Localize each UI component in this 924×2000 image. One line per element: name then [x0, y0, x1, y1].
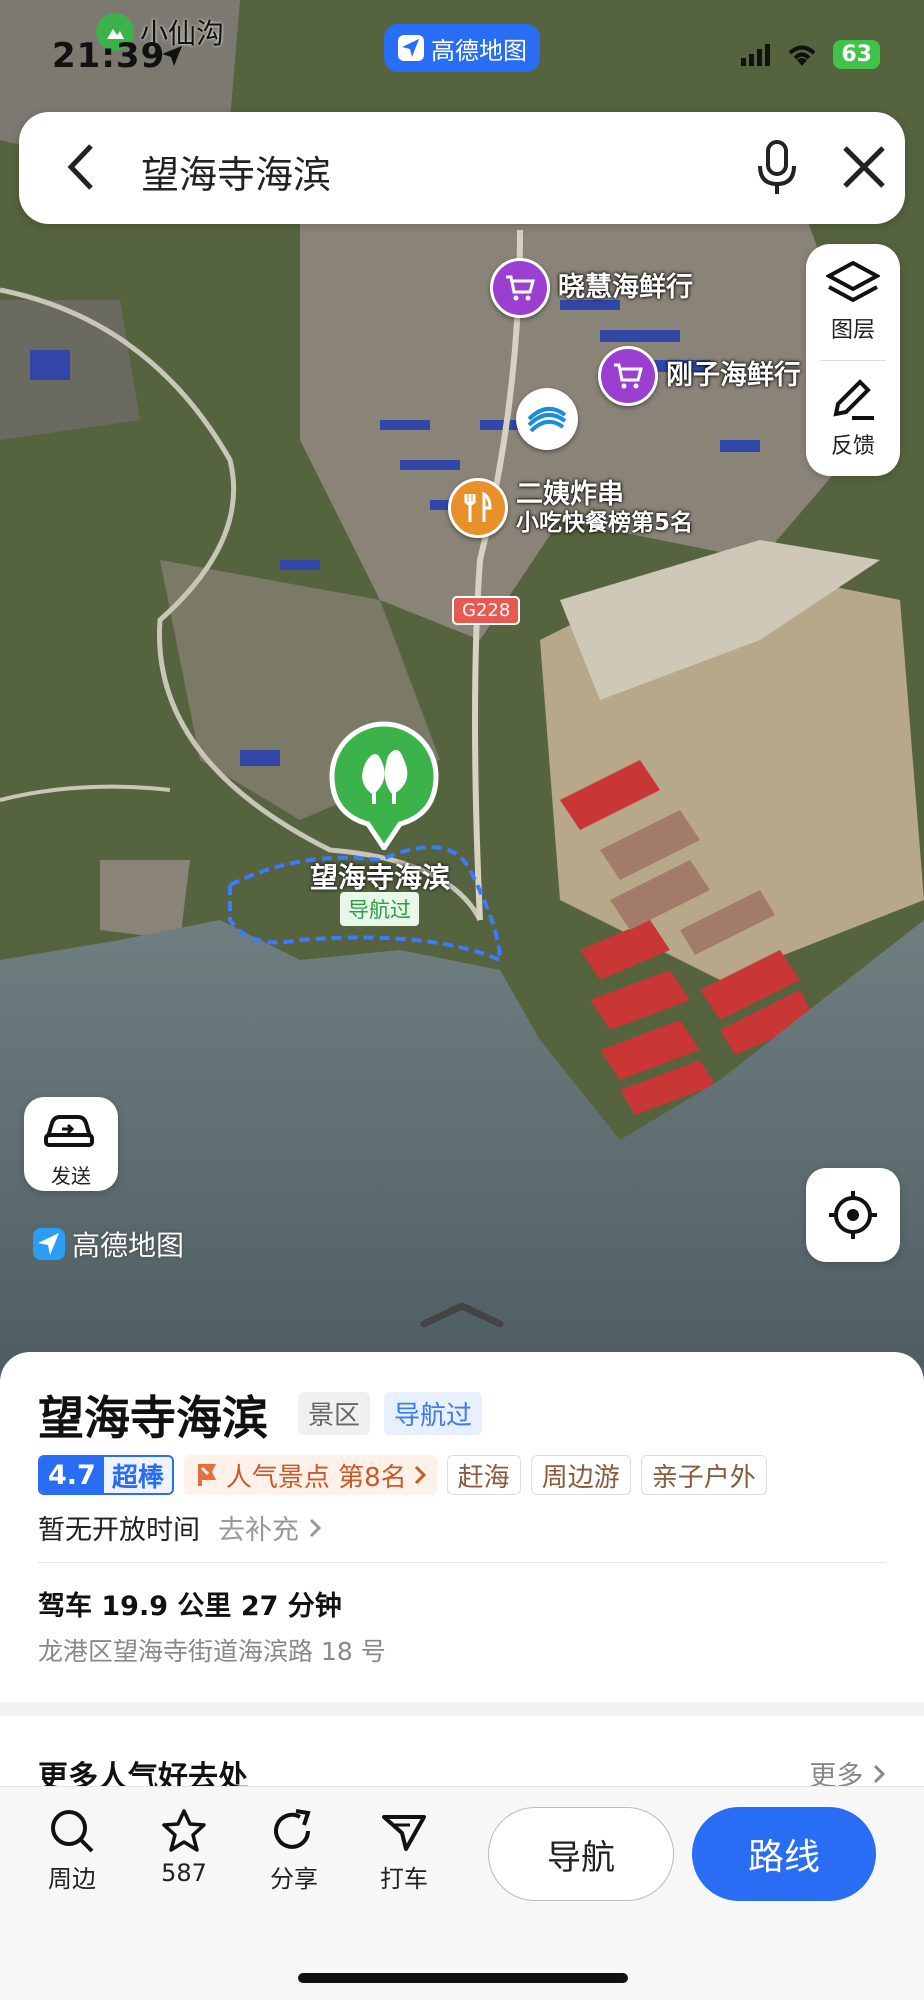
more-places-section: 更多人气好去处 更多	[0, 1716, 924, 1795]
send-to-car-button[interactable]: 发送	[24, 1097, 118, 1191]
layers-button[interactable]: 图层	[806, 260, 900, 344]
selected-place-marker[interactable]	[328, 720, 440, 854]
poi-ranking: 小吃快餐榜第5名	[516, 510, 694, 537]
category-tag: 景区	[298, 1392, 371, 1435]
amap-logo-icon	[33, 1228, 65, 1260]
poi-label: 晓慧海鲜行	[558, 272, 693, 304]
hours-row: 暂无开放时间 去补充	[38, 1508, 322, 1547]
china-mobile-marker[interactable]	[516, 388, 578, 450]
road-shield-g228: G228	[452, 596, 521, 625]
shopping-cart-icon	[490, 258, 550, 318]
wifi-icon	[789, 45, 816, 66]
locate-me-button[interactable]	[806, 1168, 900, 1262]
tree-pin-icon	[329, 721, 439, 853]
favorite-button[interactable]: 587	[144, 1807, 224, 1887]
route-button[interactable]: 路线	[692, 1807, 876, 1901]
edit-pencil-icon	[833, 379, 874, 420]
tag-chip[interactable]: 赶海	[446, 1455, 521, 1495]
favorite-count: 587	[161, 1859, 207, 1887]
chevron-right-icon	[309, 1518, 321, 1538]
status-bar: 小仙沟 21:39 高德地图 63	[0, 0, 924, 100]
taxi-button[interactable]: 打车	[364, 1807, 444, 1894]
island-label: 高德地图	[431, 36, 527, 65]
chevron-right-icon	[873, 1764, 886, 1784]
amap-logo-label: 高德地图	[72, 1229, 185, 1262]
satellite-map[interactable]: 小仙沟 21:39 高德地图 63 望海寺海滨 图层 反馈 晓慧海鲜行 刚子海鲜…	[0, 0, 924, 1380]
selected-place-label: 望海寺海滨	[310, 861, 451, 894]
add-hours-label: 去补充	[218, 1515, 299, 1546]
panel-divider	[820, 360, 886, 361]
ranking-badge[interactable]: 人气景点 第8名	[183, 1455, 437, 1495]
add-hours-link[interactable]: 去补充	[218, 1508, 322, 1547]
navigated-tag: 导航过	[340, 892, 419, 926]
amap-watermark: 高德地图	[32, 1224, 184, 1264]
nearby-label: 周边	[48, 1865, 96, 1893]
search-icon	[51, 1810, 94, 1853]
navigated-tag: 导航过	[384, 1392, 483, 1435]
share-label: 分享	[270, 1865, 318, 1893]
car-send-icon	[44, 1115, 94, 1147]
chevron-right-icon	[414, 1465, 426, 1485]
status-time: 21:39	[52, 36, 166, 76]
share-button[interactable]: 分享	[254, 1807, 334, 1894]
crosshair-icon	[829, 1191, 877, 1239]
navigate-button[interactable]: 导航	[488, 1807, 674, 1901]
taxi-label: 打车	[380, 1865, 428, 1893]
status-indicators: 63	[741, 40, 880, 69]
star-icon	[162, 1809, 206, 1852]
poi-label-group: 二姨炸串 小吃快餐榜第5名	[516, 479, 693, 536]
drive-info: 驾车 19.9 公里 27 分钟	[38, 1591, 342, 1622]
shopping-cart-icon	[598, 346, 658, 406]
back-arrow-icon[interactable]	[65, 142, 95, 192]
rating-word: 超棒	[103, 1457, 172, 1493]
tag-chip[interactable]: 周边游	[530, 1455, 631, 1495]
hours-text: 暂无开放时间	[38, 1515, 200, 1546]
china-mobile-icon	[527, 407, 567, 433]
search-query-text[interactable]: 望海寺海滨	[141, 144, 331, 199]
poi-food-eryi[interactable]: 二姨炸串 小吃快餐榜第5名	[448, 478, 693, 538]
poi-label: 刚子海鲜行	[666, 360, 801, 392]
rating-badge[interactable]: 4.7 超棒	[38, 1455, 174, 1495]
share-icon	[274, 1809, 311, 1849]
fork-knife-icon	[448, 478, 508, 538]
close-icon[interactable]	[841, 144, 887, 190]
ranking-text: 人气景点 第8名	[225, 1462, 407, 1493]
chevron-up-icon[interactable]	[420, 1300, 504, 1330]
address-text: 龙港区望海寺街道海滨路 18 号	[38, 1637, 386, 1666]
send-label: 发送	[51, 1164, 91, 1188]
search-bar[interactable]: 望海寺海滨	[19, 112, 905, 224]
dynamic-island-amap[interactable]: 高德地图	[384, 24, 540, 72]
badges-row: 4.7 超棒 人气景点 第8名 赶海 周边游 亲子户外	[38, 1455, 767, 1495]
bottom-action-bar: 周边 587 分享 打车 导航 路线	[0, 1786, 924, 2000]
microphone-icon[interactable]	[757, 140, 797, 196]
map-tools-panel: 图层 反馈	[806, 244, 900, 476]
taxi-icon	[382, 1815, 426, 1851]
nearby-button[interactable]: 周边	[32, 1807, 112, 1894]
divider	[38, 1562, 886, 1563]
layers-icon	[824, 260, 882, 303]
location-arrow-icon	[162, 46, 182, 66]
cellular-signal-icon	[741, 43, 771, 66]
battery-level: 63	[833, 40, 880, 69]
poi-seafood-xiaohui[interactable]: 晓慧海鲜行	[490, 258, 693, 318]
place-title: 望海寺海滨	[38, 1391, 268, 1445]
place-info-sheet[interactable]: 望海寺海滨 景区 导航过 4.7 超棒 人气景点 第8名 赶海 周边游 亲子户外…	[0, 1352, 924, 1702]
home-indicator[interactable]	[298, 1973, 628, 1983]
poi-seafood-gangzi[interactable]: 刚子海鲜行	[598, 346, 801, 406]
ranking-flag-icon	[197, 1464, 216, 1486]
feedback-label: 反馈	[830, 434, 875, 459]
feedback-button[interactable]: 反馈	[806, 376, 900, 460]
tag-chip[interactable]: 亲子户外	[640, 1455, 767, 1495]
layers-label: 图层	[830, 318, 875, 343]
poi-label: 二姨炸串	[516, 479, 624, 511]
amap-icon	[398, 35, 424, 61]
rating-score: 4.7	[40, 1457, 104, 1493]
